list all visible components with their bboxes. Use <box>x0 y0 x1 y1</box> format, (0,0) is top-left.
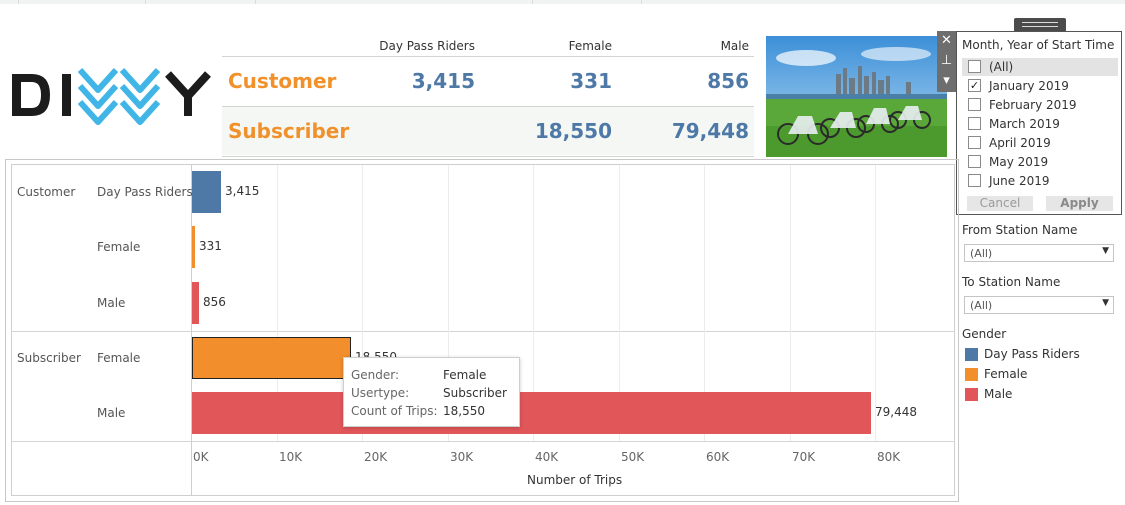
filter-popup-title: Month, Year of Start Time <box>962 38 1115 52</box>
category-label: Female <box>97 351 141 365</box>
from-station-dropdown[interactable]: (All) ▼ <box>964 244 1114 262</box>
bar-customer-male[interactable] <box>192 282 199 324</box>
header-male: Male <box>720 39 749 53</box>
close-icon[interactable]: ✕ <box>937 31 956 51</box>
category-label: Male <box>97 296 126 310</box>
group-label-customer: Customer <box>17 185 76 199</box>
x-tick-label: 20K <box>364 450 388 464</box>
divvy-logo <box>12 67 211 125</box>
filter-checkbox[interactable] <box>968 98 981 111</box>
chart-area <box>11 164 955 496</box>
filter-checkbox[interactable] <box>968 155 981 168</box>
y-axis-line <box>191 165 192 495</box>
from-station-value: (All) <box>970 247 993 260</box>
legend-swatch <box>965 388 978 401</box>
summary-table: Day Pass Riders Female Male Customer 3,4… <box>222 36 754 158</box>
x-tick-label: 50K <box>621 450 645 464</box>
axis-separator <box>11 441 955 442</box>
filter-checkbox[interactable] <box>968 136 981 149</box>
legend-label: Day Pass Riders <box>984 347 1080 361</box>
tooltip-key: Gender: <box>351 368 400 382</box>
header-day-pass-riders: Day Pass Riders <box>379 39 475 53</box>
filter-option-label: June 2019 <box>989 174 1050 188</box>
tooltip-key: Count of Trips: <box>351 404 438 418</box>
header-female: Female <box>568 39 612 53</box>
customer-male-value: 856 <box>707 69 749 93</box>
chevron-down-icon: ▼ <box>1102 246 1109 256</box>
category-label: Female <box>97 240 141 254</box>
legend-label: Female <box>984 367 1028 381</box>
x-axis-title: Number of Trips <box>527 473 623 487</box>
tooltip-value: Subscriber <box>443 386 507 400</box>
customer-day-pass-value: 3,415 <box>411 69 475 93</box>
tooltip-value: Female <box>443 368 487 382</box>
x-tick-label: 40K <box>535 450 559 464</box>
filter-checkbox[interactable] <box>968 117 981 130</box>
chevron-down-icon: ▼ <box>1102 298 1109 308</box>
bikes-skyline-photo <box>766 36 947 157</box>
filter-checkbox[interactable] <box>968 60 981 73</box>
filter-option-item[interactable]: May 2019 <box>962 153 1118 171</box>
x-tick-label: 80K <box>877 450 901 464</box>
row-label-subscriber: Subscriber <box>228 119 350 143</box>
to-station-label: To Station Name <box>962 275 1061 289</box>
x-tick-label: 60K <box>706 450 730 464</box>
bar-customer-female[interactable] <box>192 226 195 268</box>
filter-option-label: (All) <box>989 60 1014 74</box>
x-tick-label: 10K <box>279 450 303 464</box>
filter-drag-handle[interactable] <box>1014 18 1066 32</box>
tooltip-key: Usertype: <box>351 386 410 400</box>
filter-option-item[interactable]: February 2019 <box>962 96 1118 114</box>
filter-checkbox[interactable]: ✓ <box>968 79 981 92</box>
bar-tooltip: Gender: Female Usertype: Subscriber Coun… <box>343 357 520 427</box>
bar-subscriber-male[interactable] <box>192 392 871 434</box>
filter-checkbox[interactable] <box>968 174 981 187</box>
x-tick-label: 0K <box>193 450 209 464</box>
legend-label: Male <box>984 387 1013 401</box>
filter-option-label: February 2019 <box>989 98 1077 112</box>
filter-option-item[interactable]: (All) <box>962 58 1118 76</box>
gridline <box>875 165 876 441</box>
subscriber-female-value: 18,550 <box>534 119 612 143</box>
legend-swatch <box>965 368 978 381</box>
tooltip-value: 18,550 <box>443 404 485 418</box>
filter-option-item[interactable]: ✓ January 2019 <box>962 77 1118 95</box>
filter-option-item[interactable]: June 2019 <box>962 172 1118 190</box>
x-tick-label: 70K <box>792 450 816 464</box>
filter-option-label: January 2019 <box>989 79 1069 93</box>
filter-option-label: March 2019 <box>989 117 1060 131</box>
bar-customer-day-pass-riders[interactable] <box>192 171 221 213</box>
bar-subscriber-female[interactable] <box>192 337 351 379</box>
group-separator <box>11 331 955 332</box>
filter-option-item[interactable]: March 2019 <box>962 115 1118 133</box>
bar-value-label: 3,415 <box>225 184 260 198</box>
filter-option-item[interactable]: April 2019 <box>962 134 1118 152</box>
from-station-label: From Station Name <box>962 223 1078 237</box>
bar-value-label: 856 <box>203 295 226 309</box>
to-station-dropdown[interactable]: (All) ▼ <box>964 296 1114 314</box>
customer-female-value: 331 <box>570 69 612 93</box>
category-label: Day Pass Riders <box>97 185 193 199</box>
bar-value-label: 79,448 <box>875 405 917 419</box>
group-label-subscriber: Subscriber <box>17 351 81 365</box>
legend-swatch <box>965 348 978 361</box>
bar-value-label: 331 <box>199 239 222 253</box>
subscriber-male-value: 79,448 <box>671 119 749 143</box>
cancel-button[interactable]: Cancel <box>967 196 1033 211</box>
row-label-customer: Customer <box>228 69 337 93</box>
top-toolbar-strip <box>0 0 1125 4</box>
filter-option-label: May 2019 <box>989 155 1049 169</box>
to-station-value: (All) <box>970 299 993 312</box>
category-label: Male <box>97 406 126 420</box>
legend-title: Gender <box>962 327 1007 341</box>
month-year-filter-popup: Month, Year of Start Time (All) ✓ January … <box>956 31 1122 215</box>
apply-button[interactable]: Apply <box>1046 196 1113 211</box>
menu-dropdown-icon[interactable]: ▾ <box>937 71 956 91</box>
filter-option-label: April 2019 <box>989 136 1051 150</box>
x-tick-label: 30K <box>450 450 474 464</box>
popup-control-bar: ✕ ⊥ ▾ <box>937 31 956 92</box>
pin-icon[interactable]: ⊥ <box>937 51 956 71</box>
